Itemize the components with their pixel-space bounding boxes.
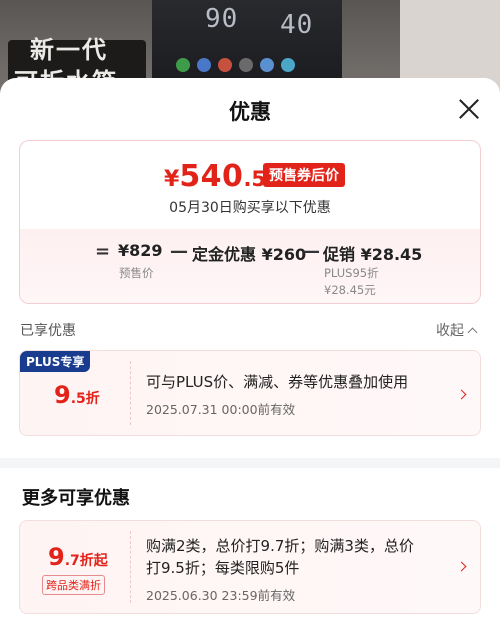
- chevron-up-icon: [467, 327, 478, 338]
- discount-decimal: .5: [70, 391, 86, 407]
- price-subtitle: 05月30日购买享以下优惠: [169, 200, 331, 216]
- base-price-label: 预售价: [119, 266, 154, 280]
- discount-unit: 折: [85, 391, 100, 407]
- promo-badge-line1: 新一代: [30, 36, 108, 64]
- deposit-discount: 定金优惠 ¥260: [192, 245, 307, 264]
- coupon-expiry: 2025.07.31 00:00前有效: [146, 402, 296, 417]
- more-discounts-title: 更多可享优惠: [22, 488, 130, 509]
- coupon-expiry: 2025.06.30 23:59前有效: [146, 588, 296, 603]
- control-buttons: [176, 58, 295, 72]
- plus-coupon-card[interactable]: PLUS专享 9 .5 折 可与PLUS价、满减、券等优惠叠加使用 2025.0…: [19, 350, 481, 436]
- section-separator: [0, 458, 500, 468]
- display-left-digits: 90: [205, 4, 239, 34]
- promo-plus-label: PLUS95折: [324, 266, 379, 280]
- chevron-right-icon: [456, 389, 467, 400]
- minus-sign-1: —: [170, 241, 188, 262]
- collapse-label: 收起: [436, 323, 464, 339]
- coupon-divider: [130, 531, 131, 603]
- chevron-right-icon: [456, 561, 467, 572]
- cross-category-discount: 9 .7 折起: [48, 543, 108, 571]
- display-right-digits: 40: [280, 10, 314, 40]
- category-tag: 跨品类满折: [42, 575, 105, 595]
- collapse-toggle[interactable]: 收起: [436, 320, 478, 340]
- price-currency: ¥: [164, 167, 180, 192]
- promo-discount: 促销 ¥28.45: [323, 245, 423, 264]
- enjoyed-label: 已享优惠: [20, 323, 76, 339]
- sheet-title: 优惠: [229, 100, 271, 124]
- plus-badge: PLUS专享: [20, 351, 91, 372]
- equals-sign: =: [95, 241, 111, 262]
- coupon-description: 可与PLUS价、满减、券等优惠叠加使用: [146, 373, 409, 391]
- discount-decimal: .7: [64, 553, 80, 569]
- discount-unit: 折起: [79, 553, 108, 569]
- minus-sign-2: —: [302, 241, 320, 262]
- coupon-description-line2: 打9.5折；每类限购5件: [146, 559, 300, 577]
- price-card: ¥ 540 .55 预售券后价 05月30日购买享以下优惠 = ¥829 预售价…: [19, 140, 481, 304]
- promo-amount-label: ¥28.45元: [324, 283, 376, 297]
- close-button[interactable]: [454, 94, 484, 124]
- price-integer: 540: [179, 159, 244, 194]
- price-tag: 预售券后价: [263, 163, 345, 187]
- price-breakdown: = ¥829 预售价 — 定金优惠 ¥260 — 促销 ¥28.45 PLUS9…: [20, 241, 480, 301]
- discount-integer: 9: [48, 543, 65, 571]
- cross-category-coupon-card[interactable]: 9 .7 折起 跨品类满折 购满2类，总价打9.7折；购满3类，总价 打9.5折…: [19, 520, 481, 614]
- plus-discount: 9 .5 折: [54, 381, 100, 409]
- discount-sheet: 优惠 ¥ 540 .55 预售券后价 05月30日购买享以下优惠 = ¥829 …: [0, 78, 500, 619]
- coupon-divider: [130, 361, 131, 425]
- coupon-description-line1: 购满2类，总价打9.7折；购满3类，总价: [146, 537, 414, 555]
- discount-integer: 9: [54, 381, 71, 409]
- base-price: ¥829: [118, 241, 163, 260]
